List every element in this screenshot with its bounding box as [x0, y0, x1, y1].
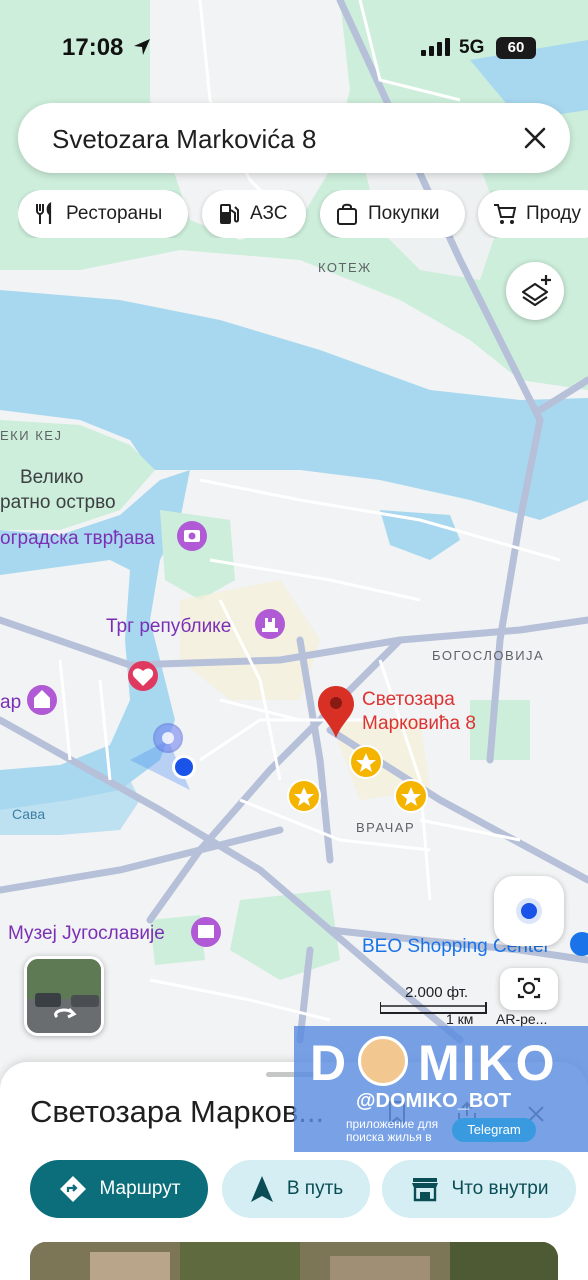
status-time: 17:08 [62, 34, 124, 61]
directions-button[interactable]: Маршрут [30, 1160, 208, 1218]
ar-button[interactable] [500, 968, 558, 1010]
label-bogoslovija: БОГОСЛОВИЈА [432, 648, 545, 663]
directions-label: Маршрут [99, 1178, 181, 1199]
my-location-icon [516, 898, 542, 924]
place-photo[interactable] [30, 1242, 558, 1280]
close-icon[interactable] [522, 125, 548, 151]
my-location-button[interactable] [494, 876, 564, 946]
shopping-bag-icon [337, 203, 357, 225]
label-trg-republike[interactable]: Трг републике [106, 616, 231, 638]
label-kotezh: КОТЕЖ [318, 260, 372, 275]
whats-inside-label: Что внутри [451, 1178, 549, 1199]
chip-grocery-label: Проду [526, 203, 581, 224]
telegram-badge: Telegram [452, 1118, 536, 1142]
label-keji: ЕКИ КЕЈ [0, 428, 63, 443]
grocery-cart-icon [494, 204, 517, 224]
restaurant-icon [36, 201, 52, 224]
place-title: Светозара Марков... [30, 1094, 325, 1129]
banner-sub-line2: поиска жилья в [346, 1130, 432, 1144]
chip-restaurants-label: Рестораны [66, 203, 163, 224]
banner-logo-left: D [310, 1035, 349, 1091]
start-label: В путь [286, 1178, 344, 1199]
chip-gas[interactable]: АЗС [202, 190, 306, 238]
watermark-banner: D MIKO @DOMIKO_BOT приложение для поиска… [294, 1026, 588, 1152]
chip-restaurants[interactable]: Рестораны [18, 190, 188, 238]
category-chips: Рестораны АЗС Покупки Проду [18, 190, 588, 238]
label-tvrdjava[interactable]: оградска тврђава [0, 528, 155, 550]
banner-handle: @DOMIKO_BOT [356, 1090, 512, 1112]
pin-label-line1[interactable]: Светозара [362, 688, 455, 712]
whats-inside-button[interactable]: Что внутри [382, 1160, 576, 1218]
search-query[interactable]: Svetozara Markovića 8 [52, 124, 316, 155]
label-ratno-ostrvo: ратно острво [0, 492, 116, 513]
search-bar[interactable]: Svetozara Markovića 8 [18, 103, 570, 173]
scale-km: 1 км [446, 1011, 474, 1027]
street-view-image [27, 959, 101, 1033]
navigation-arrow-icon [250, 1176, 273, 1202]
status-bar: 17:08 5G 60 [0, 0, 588, 96]
label-sava: Сава [12, 806, 46, 822]
dog-mascot-icon [358, 1036, 408, 1086]
chip-shopping-label: Покупки [368, 203, 440, 224]
layers-button[interactable] [506, 262, 564, 320]
place-photo-image [30, 1242, 558, 1280]
chip-gas-label: АЗС [250, 203, 288, 224]
camera-ar-icon [517, 977, 541, 999]
network-type: 5G [459, 37, 485, 58]
banner-logo-right: MIKO [418, 1035, 557, 1091]
label-veliko: Велико [20, 467, 84, 488]
street-view-thumbnail[interactable] [24, 956, 104, 1036]
scale-bar [380, 1002, 487, 1014]
gas-station-icon [220, 204, 239, 224]
scale-feet: 2.000 фт. [405, 984, 469, 1001]
start-button[interactable]: В путь [222, 1160, 370, 1218]
label-vracar: ВРАЧАР [356, 820, 416, 835]
ar-label[interactable]: AR-ре... [496, 1011, 547, 1027]
directions-icon [59, 1176, 86, 1202]
pin-label-line2[interactable]: Марковића 8 [362, 712, 476, 736]
label-muzej[interactable]: Музеј Југославије [8, 923, 165, 945]
battery-indicator: 60 [496, 37, 536, 59]
chip-shopping[interactable]: Покупки [320, 190, 465, 238]
store-icon [411, 1178, 438, 1202]
label-ar-edge: ар [0, 692, 22, 713]
cellular-signal-icon [421, 38, 450, 56]
layers-icon [521, 275, 551, 307]
location-arrow-icon [134, 39, 150, 55]
chip-grocery[interactable]: Проду [478, 190, 588, 238]
